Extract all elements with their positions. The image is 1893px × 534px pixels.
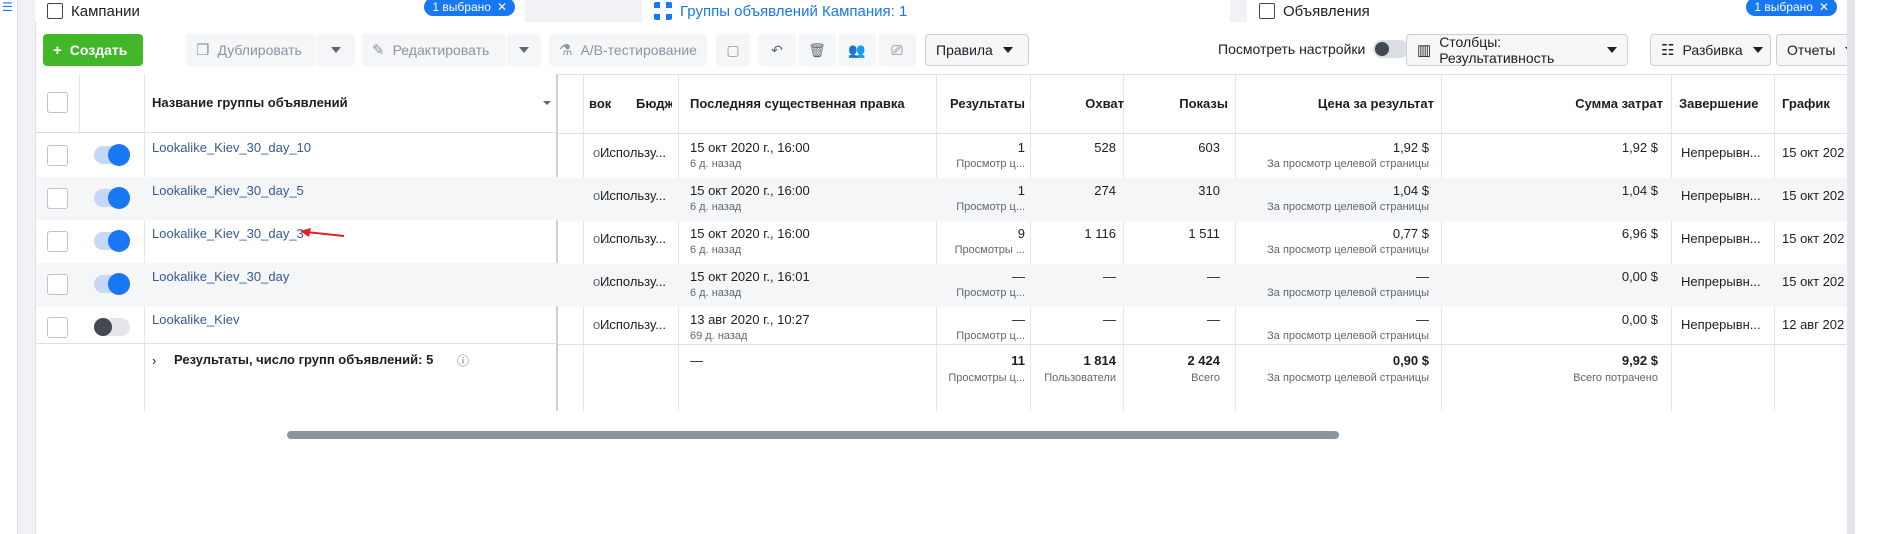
header-name[interactable]: Название группы объявлений — [152, 95, 348, 110]
header-last-edit[interactable]: Последняя существенная правка — [690, 96, 905, 111]
sort-icon[interactable] — [543, 101, 551, 105]
frozen-row[interactable]: Lookalike_Kiev_30_day — [36, 263, 558, 306]
columns-icon: ▥ — [1417, 42, 1432, 59]
delete-button[interactable]: 🗑 — [798, 34, 836, 66]
header-reach[interactable]: Охват — [1036, 96, 1124, 111]
undo-icon: ↶ — [771, 41, 783, 58]
frozen-row[interactable]: Lookalike_Kiev_30_day_10 — [36, 134, 558, 177]
view-settings-toggle[interactable]: Посмотреть настройки — [1218, 40, 1410, 58]
header-amount-spent[interactable]: Сумма затрат — [1446, 96, 1663, 111]
row-checkbox[interactable] — [47, 231, 68, 252]
ad-set-name-link[interactable]: Lookalike_Kiev_30_day — [152, 269, 289, 284]
select-all-checkbox[interactable] — [47, 92, 68, 113]
close-icon[interactable]: ✕ — [497, 0, 507, 14]
header-ends[interactable]: Завершение — [1679, 96, 1759, 111]
duplicate-dropdown[interactable] — [317, 34, 355, 66]
ad-icon — [1259, 3, 1275, 19]
ad-set-name-link[interactable]: Lookalike_Kiev — [152, 312, 239, 327]
red-arrow-annotation — [300, 228, 345, 237]
folder-icon — [47, 3, 63, 19]
expand-chevron-icon[interactable]: › — [152, 353, 156, 368]
chevron-down-icon — [331, 47, 341, 53]
header-cost-per-result[interactable]: Цена за результат — [1241, 96, 1434, 111]
lock-button[interactable]: ▢ — [716, 34, 750, 66]
pencil-icon: ✎ — [372, 42, 385, 59]
header-partial[interactable]: вок — [589, 96, 611, 111]
right-strip — [1847, 0, 1893, 534]
header-budget[interactable]: Бюджет — [636, 96, 672, 111]
ad-sets-panel: + Создать ❐ Дублировать ✎ Редактировать ⚗ A/… — [35, 22, 1874, 534]
header-results[interactable]: Результаты — [941, 96, 1025, 111]
status-toggle[interactable] — [94, 187, 130, 209]
frozen-summary: › Результаты, число групп объявлений: 5 … — [36, 343, 558, 403]
preview-button[interactable]: ⎚ — [878, 34, 916, 66]
chevron-down-icon — [1752, 47, 1763, 53]
tab-ad-sets[interactable]: Группы объявлений Кампания: 1 — [642, 0, 1230, 22]
people-icon: 👥 — [848, 41, 866, 58]
plus-icon: + — [53, 41, 62, 59]
list-icon[interactable]: ☰ — [2, 1, 16, 13]
info-icon[interactable]: ⓘ — [457, 352, 469, 369]
row-checkbox[interactable] — [47, 317, 68, 338]
lock-icon: ▢ — [726, 41, 740, 58]
status-toggle[interactable] — [94, 144, 130, 166]
trash-icon: 🗑 — [808, 41, 826, 58]
rules-button[interactable]: Правила — [925, 34, 1029, 66]
breakdown-icon: ☷ — [1661, 42, 1675, 59]
toolbar: + Создать ❐ Дублировать ✎ Редактировать ⚗ A/… — [36, 22, 1874, 74]
frozen-header: Название группы объявлений — [36, 74, 558, 411]
level-tabs: Кампании 1 выбрано ✕ Группы объявлений Ка… — [35, 0, 1847, 22]
ad-set-name-link[interactable]: Lookalike_Kiev_30_day_3 — [152, 226, 304, 241]
status-toggle[interactable] — [94, 273, 130, 295]
ad-set-name-link[interactable]: Lookalike_Kiev_30_day_5 — [152, 183, 304, 198]
copy-icon: ❐ — [196, 42, 210, 59]
flask-icon: ⚗ — [559, 42, 573, 59]
horizontal-scrollbar[interactable] — [287, 431, 1339, 439]
chevron-down-icon — [1607, 47, 1617, 53]
summary-label: Результаты, число групп объявлений: 5 — [174, 352, 434, 367]
audience-button[interactable]: 👥 — [838, 34, 876, 66]
breakdown-button[interactable]: ☷ Разбивка — [1650, 34, 1771, 66]
edit-dropdown[interactable] — [507, 34, 541, 66]
tab-title: Группы объявлений Кампания: 1 — [680, 2, 908, 20]
row-checkbox[interactable] — [47, 188, 68, 209]
grid-icon — [654, 2, 672, 20]
chevron-down-icon — [1002, 47, 1013, 53]
status-toggle[interactable] — [94, 230, 130, 252]
header-schedule[interactable]: График — [1782, 96, 1830, 111]
selected-badge[interactable]: 1 выбрано ✕ — [424, 0, 515, 16]
frozen-columns: Название группы объявлений Lookalike_Kie… — [36, 74, 558, 411]
tab-title: Объявления — [1283, 2, 1370, 20]
selected-badge[interactable]: 1 выбрано ✕ — [1746, 0, 1837, 16]
close-icon[interactable]: ✕ — [1819, 0, 1829, 14]
columns-button[interactable]: ▥ Столбцы: Результативность — [1406, 34, 1628, 66]
tab-ads[interactable]: Объявления 1 выбрано ✕ — [1247, 0, 1847, 22]
vertical-scrollbar[interactable] — [1847, 0, 1855, 534]
row-checkbox[interactable] — [47, 274, 68, 295]
ad-set-name-link[interactable]: Lookalike_Kiev_30_day_10 — [152, 140, 311, 155]
preview-icon: ⎚ — [891, 41, 903, 58]
create-button[interactable]: + Создать — [43, 34, 143, 66]
left-nav-strip: ☰ — [0, 0, 18, 534]
undo-button[interactable]: ↶ — [758, 34, 796, 66]
row-checkbox[interactable] — [47, 145, 68, 166]
switch[interactable] — [1373, 40, 1410, 58]
frozen-row[interactable]: Lookalike_Kiev_30_day_3 — [36, 220, 558, 263]
duplicate-button[interactable]: ❐ Дублировать — [186, 34, 316, 66]
frozen-row[interactable]: Lookalike_Kiev_30_day_5 — [36, 177, 558, 220]
header-impressions[interactable]: Показы — [1126, 96, 1228, 111]
tab-title: Кампании — [71, 2, 140, 20]
tab-campaigns[interactable]: Кампании 1 выбрано ✕ — [35, 0, 525, 22]
chevron-down-icon — [519, 47, 529, 53]
ab-test-button[interactable]: ⚗ A/B-тестирование — [549, 34, 707, 66]
status-toggle[interactable] — [94, 318, 130, 336]
edit-button[interactable]: ✎ Редактировать — [362, 34, 506, 66]
